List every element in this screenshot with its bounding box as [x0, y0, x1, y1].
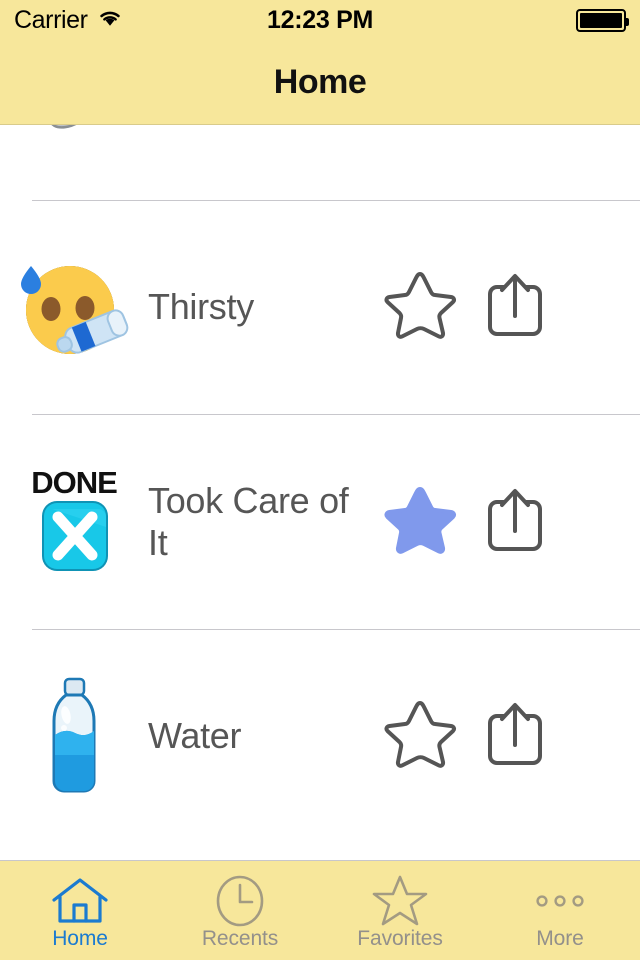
battery-full-icon	[576, 8, 629, 32]
phrase-list[interactable]: Thirsty DONE Took Care of It Water	[0, 125, 640, 860]
ellipsis-icon	[532, 877, 588, 925]
status-bar-left: Carrier	[14, 5, 123, 34]
tab-recents[interactable]: Recents	[160, 861, 320, 960]
tab-bar: Home Recents Favorites More	[0, 860, 640, 960]
star-outline-icon	[382, 269, 458, 346]
tab-label: Home	[52, 926, 108, 950]
list-item-label: Thirsty	[148, 286, 254, 328]
status-bar-right	[576, 8, 629, 32]
list-item[interactable]: Thirsty	[0, 200, 640, 414]
tab-label: Favorites	[357, 926, 443, 950]
tab-label: Recents	[201, 926, 279, 950]
faucet-emoji	[0, 125, 148, 145]
share-icon	[484, 483, 546, 562]
done-cross-mark-button-emoji: DONE	[0, 463, 148, 581]
list-item[interactable]: Water	[0, 629, 640, 843]
star-icon	[372, 875, 428, 925]
list-item-label: Water	[148, 715, 242, 757]
page-title: Home	[273, 62, 367, 101]
favorite-toggle[interactable]	[368, 269, 472, 346]
share-button[interactable]	[472, 483, 558, 562]
tab-label: More	[536, 926, 584, 950]
hot-face-drinking-emoji	[0, 254, 148, 362]
star-filled-icon	[382, 484, 458, 561]
share-button[interactable]	[472, 268, 558, 347]
favorite-toggle[interactable]	[368, 698, 472, 775]
list-item[interactable]	[0, 125, 640, 200]
share-icon	[484, 268, 546, 347]
tab-home[interactable]: Home	[0, 861, 160, 960]
favorite-toggle[interactable]	[368, 484, 472, 561]
svg-text:DONE: DONE	[31, 465, 117, 500]
list-item-label: Took Care of It	[148, 479, 349, 563]
clock-icon	[214, 875, 266, 926]
status-bar: Carrier 12:23 PM	[0, 0, 640, 40]
list-item[interactable]: DONE Took Care of It	[0, 414, 640, 629]
house-icon	[50, 877, 110, 925]
carrier-label: Carrier	[14, 5, 88, 34]
navigation-bar: Home	[0, 40, 640, 125]
wifi-icon	[97, 8, 123, 32]
water-bottle-emoji	[0, 673, 148, 801]
share-button[interactable]	[472, 697, 558, 776]
share-icon	[484, 697, 546, 776]
tab-favorites[interactable]: Favorites	[320, 861, 480, 960]
app-screen: Carrier 12:23 PM Home Thirsty DONE Took …	[0, 0, 640, 960]
tab-more[interactable]: More	[480, 861, 640, 960]
star-outline-icon	[382, 698, 458, 775]
